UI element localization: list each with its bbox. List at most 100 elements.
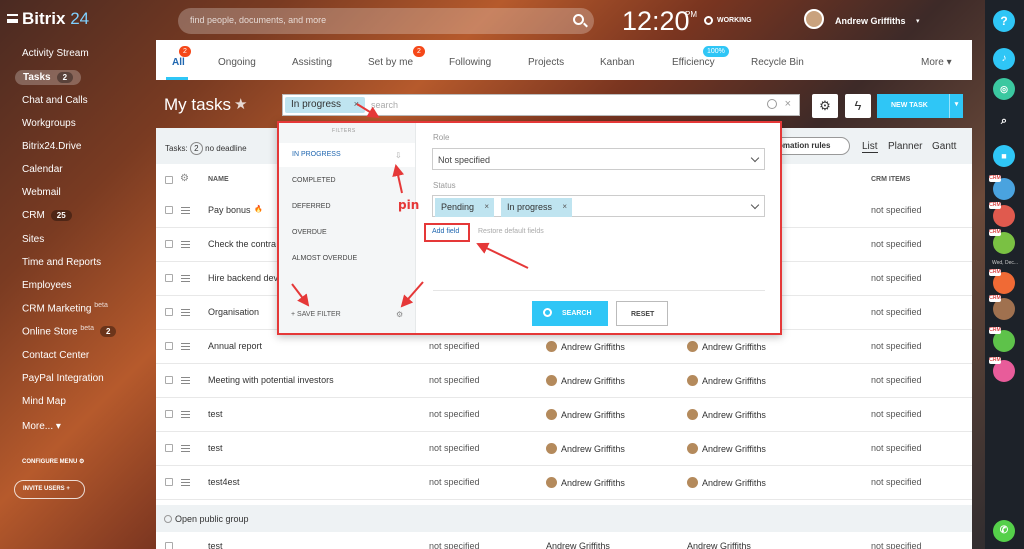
search-icon[interactable] — [573, 14, 584, 25]
app-logo[interactable]: Bitrix 24 — [22, 9, 89, 29]
close-icon[interactable]: × — [562, 202, 567, 211]
drag-handle-icon[interactable] — [181, 275, 190, 282]
work-status-icon[interactable] — [704, 16, 713, 25]
drag-handle-icon[interactable] — [181, 343, 190, 350]
status-chip[interactable]: In progress × — [501, 198, 573, 217]
view-list[interactable]: List — [862, 141, 878, 153]
sidebar-item-paypal[interactable]: PayPal Integration — [22, 373, 104, 384]
select-all-checkbox[interactable] — [165, 176, 173, 184]
sidebar-item-workgroups[interactable]: Workgroups — [22, 118, 76, 129]
gear-icon[interactable]: ⚙ — [396, 310, 403, 319]
search-icon[interactable] — [767, 99, 777, 109]
row-checkbox[interactable] — [165, 444, 173, 452]
sidebar-item-mind-map[interactable]: Mind Map — [22, 396, 66, 407]
add-field-link[interactable]: Add field — [424, 223, 470, 242]
task-responsible[interactable]: Andrew Griffiths — [687, 409, 766, 420]
row-checkbox[interactable] — [165, 308, 173, 316]
task-responsible[interactable]: Andrew Griffiths — [687, 341, 766, 352]
collapse-icon[interactable] — [164, 515, 172, 523]
drag-handle-icon[interactable] — [181, 445, 190, 452]
row-checkbox[interactable] — [165, 342, 173, 350]
tasks-counter[interactable]: Tasks: 2 no deadline — [165, 142, 247, 155]
sidebar-item-webmail[interactable]: Webmail — [22, 187, 61, 198]
task-name[interactable]: Check the contra — [208, 239, 276, 249]
filter-search-input[interactable]: In progress × search × — [282, 94, 800, 116]
tab-more[interactable]: More ▾ — [921, 57, 952, 68]
pin-icon[interactable]: ⇩ — [395, 151, 402, 160]
sidebar-item-crm-marketing[interactable]: CRM Marketing beta — [22, 302, 108, 314]
sidebar-item-tasks[interactable]: Tasks 2 — [15, 70, 82, 85]
preset-almost-overdue[interactable]: ALMOST OVERDUE — [279, 247, 415, 271]
preset-completed[interactable]: COMPLETED — [279, 169, 415, 193]
tab-recycle-bin[interactable]: Recycle Bin — [751, 57, 804, 68]
lock-icon[interactable]: ■ — [993, 145, 1015, 167]
sidebar-item-calendar[interactable]: Calendar — [22, 164, 63, 175]
role-select[interactable]: Not specified — [432, 148, 765, 170]
chat-icon[interactable]: ◎ — [993, 78, 1015, 100]
sidebar-item-drive[interactable]: Bitrix24.Drive — [22, 141, 81, 152]
task-responsible[interactable]: Andrew Griffiths — [687, 375, 766, 386]
view-gantt[interactable]: Gantt — [932, 141, 956, 152]
filter-chip[interactable]: In progress × — [285, 97, 366, 113]
group-title[interactable]: Open public group — [175, 514, 249, 524]
lightning-button[interactable]: ϟ — [845, 94, 871, 118]
global-search-input[interactable]: find people, documents, and more — [178, 8, 594, 34]
sidebar-item-activity-stream[interactable]: Activity Stream — [22, 48, 89, 59]
task-creator[interactable]: Andrew Griffiths — [546, 443, 625, 454]
view-planner[interactable]: Planner — [888, 141, 922, 152]
automation-rules-button[interactable]: omation rules — [770, 137, 850, 155]
tab-assisting[interactable]: Assisting — [292, 57, 332, 68]
row-checkbox[interactable] — [165, 478, 173, 486]
restore-default-fields-link[interactable]: Restore default fields — [478, 228, 544, 235]
task-name[interactable]: Annual report — [208, 341, 262, 351]
row-checkbox[interactable] — [165, 206, 173, 214]
column-crm[interactable]: CRM ITEMS — [871, 176, 910, 183]
bell-icon[interactable]: ♪ — [993, 48, 1015, 70]
drag-handle-icon[interactable] — [181, 377, 190, 384]
main-menu-icon[interactable] — [7, 14, 18, 23]
drag-handle-icon[interactable] — [181, 411, 190, 418]
tab-kanban[interactable]: Kanban — [600, 57, 634, 68]
close-icon[interactable]: × — [354, 99, 359, 109]
chevron-down-icon[interactable]: ▾ — [949, 94, 963, 118]
tab-efficiency[interactable]: Efficiency — [672, 57, 715, 68]
gear-icon[interactable]: ⚙ — [180, 173, 189, 184]
sidebar-item-crm[interactable]: CRM 25 — [22, 210, 72, 221]
task-name[interactable]: test4est — [208, 477, 240, 487]
save-filter-button[interactable]: + SAVE FILTER — [291, 311, 341, 318]
row-checkbox[interactable] — [165, 542, 173, 549]
sidebar-item-contact-center[interactable]: Contact Center — [22, 350, 89, 361]
task-responsible[interactable]: Andrew Griffiths — [687, 477, 766, 488]
task-name[interactable]: test — [208, 443, 223, 453]
drag-handle-icon[interactable] — [181, 309, 190, 316]
task-name[interactable]: test — [208, 409, 223, 419]
settings-button[interactable]: ⚙ — [812, 94, 838, 118]
sidebar-item-time-reports[interactable]: Time and Reports — [22, 257, 101, 268]
chevron-down-icon[interactable]: ▾ — [916, 17, 920, 25]
row-checkbox[interactable] — [165, 376, 173, 384]
task-name[interactable]: Organisation — [208, 307, 259, 317]
tab-following[interactable]: Following — [449, 57, 491, 68]
work-status[interactable]: WORKING — [717, 17, 752, 24]
sidebar-item-chat[interactable]: Chat and Calls — [22, 95, 88, 106]
drag-handle-icon[interactable] — [181, 241, 190, 248]
task-creator[interactable]: Andrew Griffiths — [546, 477, 625, 488]
sidebar-item-employees[interactable]: Employees — [22, 280, 71, 291]
sidebar-item-online-store[interactable]: Online Store beta 2 — [22, 325, 117, 338]
task-name[interactable]: Pay bonus — [208, 205, 251, 215]
tab-set-by-me[interactable]: Set by me — [368, 57, 413, 68]
row-checkbox[interactable] — [165, 240, 173, 248]
task-name[interactable]: Meeting with potential investors — [208, 375, 334, 385]
task-creator[interactable]: Andrew Griffiths — [546, 341, 625, 352]
task-creator[interactable]: Andrew Griffiths — [546, 541, 610, 549]
tab-projects[interactable]: Projects — [528, 57, 564, 68]
task-responsible[interactable]: Andrew Griffiths — [687, 541, 751, 549]
status-select[interactable]: Pending × In progress × — [432, 195, 765, 217]
task-name[interactable]: Hire backend dev — [208, 273, 278, 283]
column-name[interactable]: NAME — [208, 176, 229, 183]
search-button[interactable]: SEARCH — [532, 301, 608, 326]
sidebar-item-more[interactable]: More... ▾ — [22, 421, 61, 432]
row-checkbox[interactable] — [165, 410, 173, 418]
configure-menu-button[interactable]: CONFIGURE MENU ⚙ — [22, 458, 84, 465]
phone-icon[interactable]: ✆ — [993, 520, 1015, 542]
